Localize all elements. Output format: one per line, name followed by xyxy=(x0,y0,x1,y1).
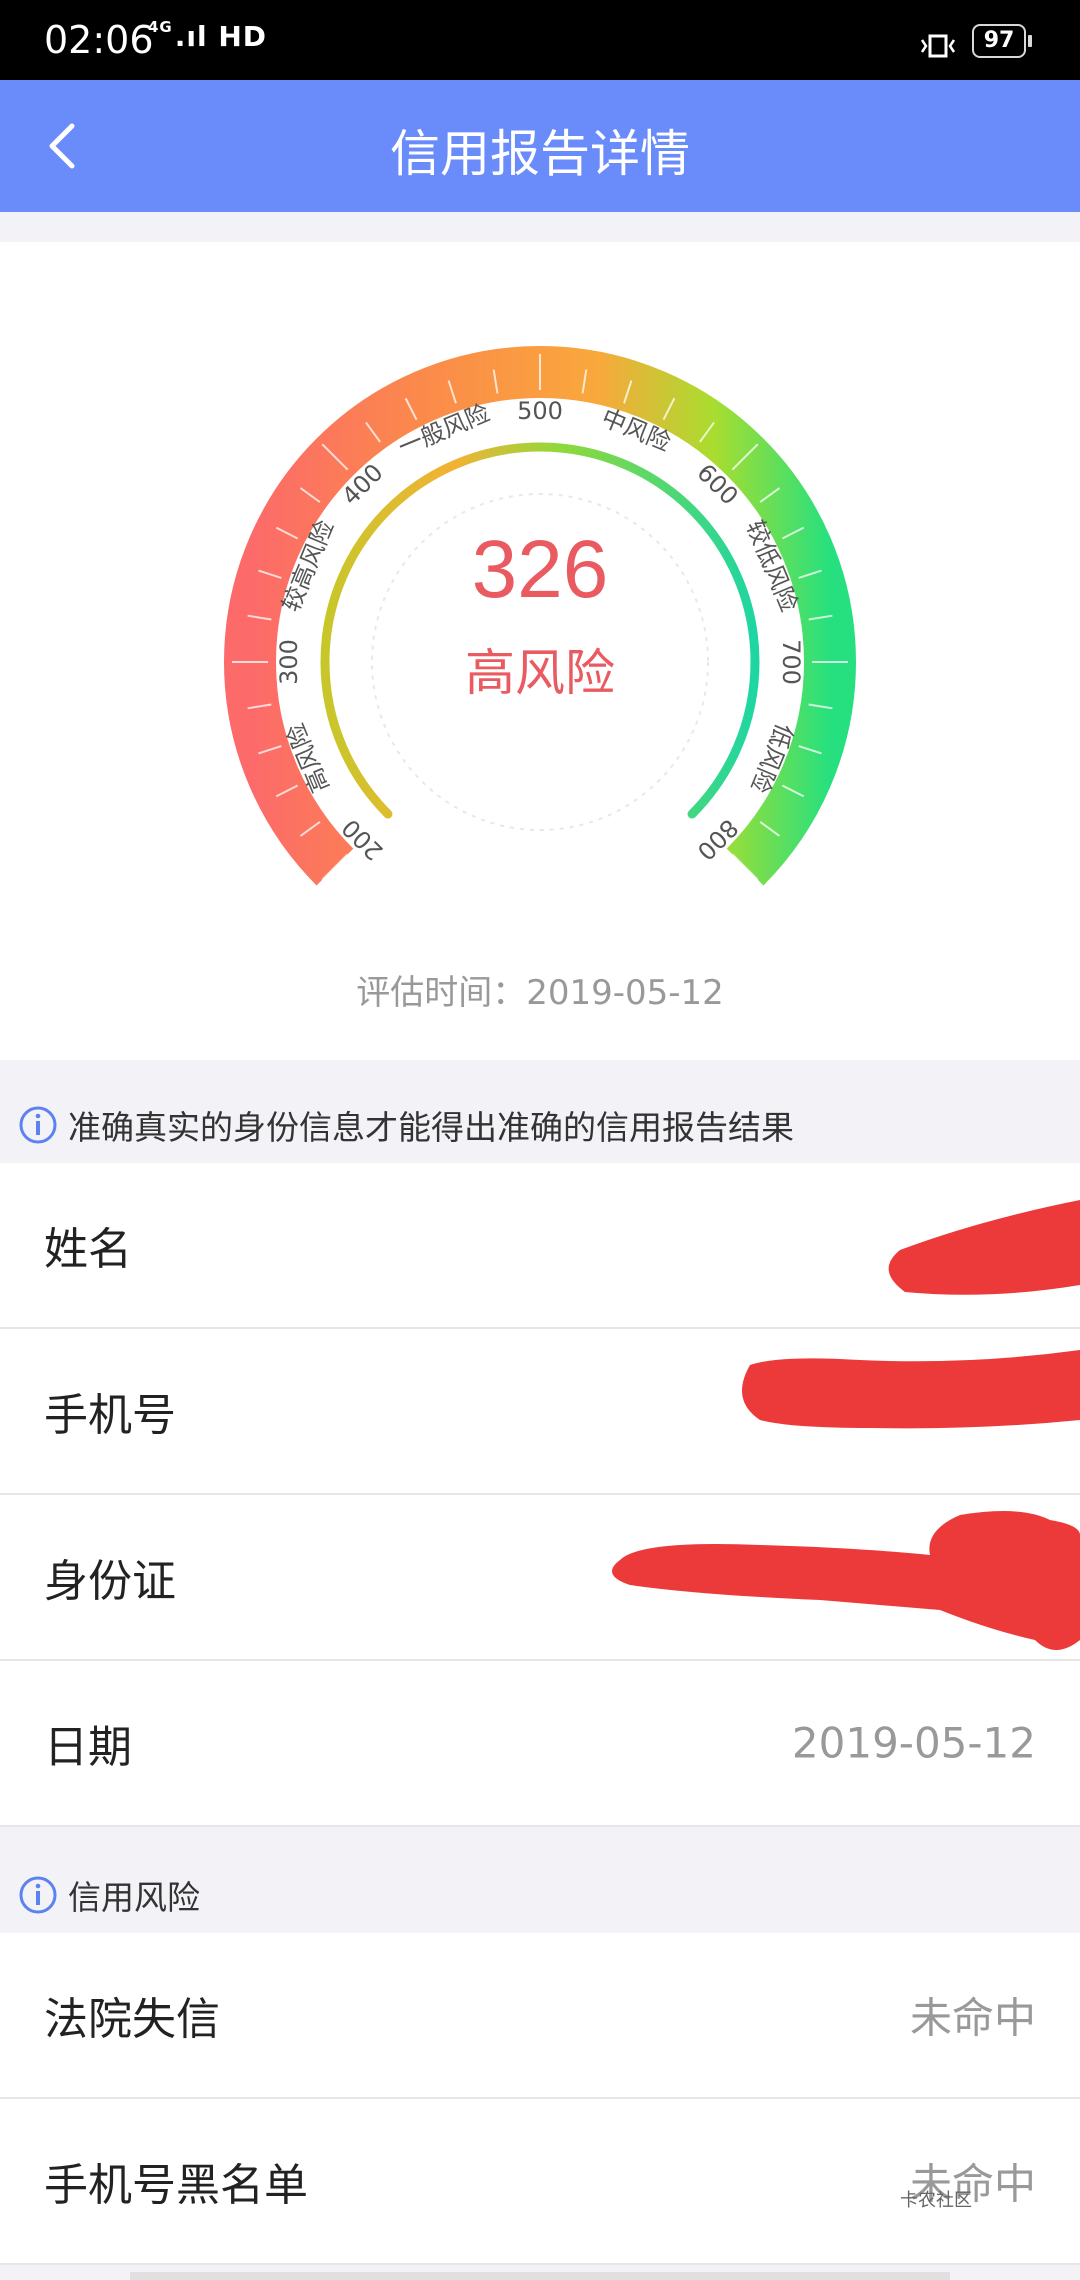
vibrate-icon xyxy=(920,34,956,58)
risk-notice: 信用风险 xyxy=(0,1845,1080,1945)
gauge-scale-number: 500 xyxy=(517,397,563,425)
network-indicator: 4G.ıl HD xyxy=(148,18,268,53)
page-title: 信用报告详情 xyxy=(390,125,690,183)
redaction-id xyxy=(612,1511,1080,1650)
redaction-phone xyxy=(742,1350,1080,1429)
row-court-dishonesty: 法院失信 未命中 xyxy=(0,1933,1080,2099)
watermark-logo: 卡农社区 xyxy=(900,2190,972,2211)
risk-level: 高风险 xyxy=(465,644,615,702)
identity-notice-text: 准确真实的身份信息才能得出准确的信用报告结果 xyxy=(68,1108,794,1147)
row-label: 日期 xyxy=(44,1722,132,1773)
redaction-name xyxy=(888,1200,1080,1295)
status-time: 02:06 xyxy=(44,18,154,62)
battery-indicator: 97 xyxy=(972,24,1032,58)
risk-notice-text: 信用风险 xyxy=(68,1878,200,1917)
row-value: 2019-05-12 xyxy=(791,1718,1036,1768)
credit-score: 326 xyxy=(472,524,609,615)
credit-gauge-card: 326 高风险 200 高风险 300 较高风险 400 一般风险 500 中风险 600 较低风… xyxy=(0,242,1080,1060)
row-date: 日期 2019-05-12 xyxy=(0,1661,1080,1827)
app-header: 信用报告详情 xyxy=(0,80,1080,212)
info-icon xyxy=(19,1876,57,1914)
evaluation-time: 评估时间：2019-05-12 xyxy=(356,973,724,1013)
credit-gauge: 326 高风险 200高风险300较高风险400一般风险 500 中风险600较低风… xyxy=(224,346,856,886)
hd-indicator: HD xyxy=(218,20,268,53)
redaction-marks xyxy=(612,1200,1080,1650)
info-icon xyxy=(19,1106,57,1144)
row-label: 法院失信 xyxy=(44,1994,220,2045)
row-label: 手机号黑名单 xyxy=(44,2160,308,2211)
row-phone-blacklist: 手机号黑名单 未命中 xyxy=(0,2099,1080,2265)
network-type: 4G xyxy=(148,18,173,36)
gauge-inner-arc xyxy=(320,442,760,819)
row-value: 未命中 xyxy=(909,1993,1036,2043)
gauge-scale-number: 700 xyxy=(777,639,805,685)
home-indicator xyxy=(130,2272,950,2280)
gauge-scale-number: 300 xyxy=(275,639,303,685)
status-bar: 02:06 4G.ıl HD 97 xyxy=(0,0,1080,80)
